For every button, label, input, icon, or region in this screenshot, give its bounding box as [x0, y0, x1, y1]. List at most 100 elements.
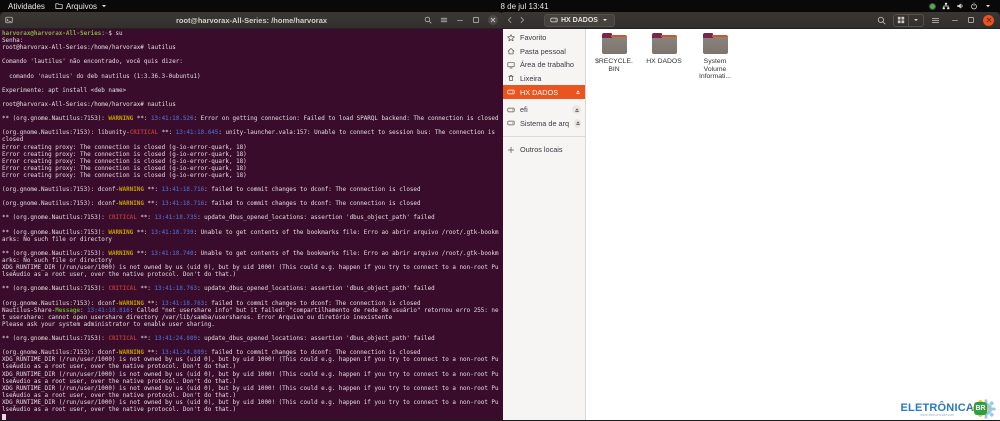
terminal-line: Senha:: [2, 38, 27, 45]
minimize-button[interactable]: [951, 16, 959, 24]
view-options-chevron-icon[interactable]: [909, 16, 923, 24]
eject-button[interactable]: [575, 89, 581, 95]
activities-button[interactable]: Atividades: [8, 2, 45, 11]
terminal-line: comando 'nautilus' do deb nautilus (1:3.…: [2, 73, 201, 80]
eject-button[interactable]: [572, 105, 581, 115]
menu-icon[interactable]: [440, 16, 448, 24]
forward-button[interactable]: [518, 16, 526, 24]
file-label-line: HX DADOS: [646, 58, 682, 65]
terminal-line: XDG_RUNTIME_DIR (/run/user/1000) is not …: [2, 371, 499, 378]
file-label-line: $RECYCLE.: [595, 58, 633, 65]
folder-icon: [702, 33, 728, 54]
eject-button[interactable]: [574, 118, 581, 128]
sidebar-item-label: Lixeira: [520, 73, 542, 83]
search-icon[interactable]: [424, 16, 432, 24]
folder-icon: [651, 33, 677, 54]
terminal-line: ** (org.gnome.Nautilus:7153): WARNING **…: [2, 116, 499, 123]
sidebar-item-label: HX DADOS: [520, 87, 559, 97]
watermark-subtext: www.eletronicabr.com: [920, 412, 955, 417]
sidebar-item-area-de-trabalho[interactable]: Área de trabalho: [500, 58, 585, 72]
terminal-line: harvorax@harvorax-All-Series:~$ su: [2, 31, 123, 37]
path-button[interactable]: HX DADOS: [544, 13, 615, 27]
search-icon[interactable]: [877, 16, 886, 25]
terminal-line: XDG_RUNTIME_DIR (/run/user/1000) is not …: [2, 265, 499, 272]
terminal-output[interactable]: harvorax@harvorax-All-Series:~$ su Senha:…: [0, 29, 503, 420]
terminal-line: root@harvorax-All-Series:/home/harvorax#…: [2, 101, 176, 108]
terminal-line: (org.gnome.Nautilus:7153): libunity-CRIT…: [2, 130, 495, 137]
terminal-line: Error creating proxy: The connection is …: [2, 172, 247, 179]
file-manager-headerbar[interactable]: HX DADOS: [500, 12, 1000, 29]
file-item-system-volume-informati[interactable]: System Volume Informati...: [693, 33, 737, 81]
terminal-line: ** (org.gnome.Nautilus:7153): CRITICAL *…: [2, 215, 435, 222]
drive-icon: [507, 88, 515, 96]
terminal-line: lseAudio as a root user, over the native…: [2, 392, 237, 399]
chevron-down-icon: [100, 2, 108, 10]
sidebar-item-pasta-pessoal[interactable]: Pasta pessoal: [500, 45, 585, 59]
app-indicator-icon[interactable]: [929, 2, 936, 10]
grid-view-icon[interactable]: [894, 16, 908, 24]
plus-icon: [507, 146, 515, 154]
terminal-line: ** (org.gnome.Nautilus:7153): WARNING **…: [2, 250, 499, 257]
view-toggle[interactable]: [893, 13, 924, 27]
terminal-line: XDG_RUNTIME_DIR (/run/user/1000) is not …: [2, 385, 499, 392]
terminal-line: Error creating proxy: The connection is …: [2, 151, 247, 158]
files-app-icon: [55, 2, 63, 10]
app-menu-button[interactable]: Arquivos: [55, 2, 108, 11]
terminal-line: Comando 'lautilus' não encontrado, você …: [2, 59, 183, 66]
chevron-down-icon: [601, 16, 609, 24]
file-item-recycle-bin[interactable]: $RECYCLE. BIN: [592, 33, 636, 73]
watermark-badge-label: BR: [974, 402, 987, 415]
fm-sidebar: Favorito Pasta pessoal Área de trabalho Lix…: [500, 29, 586, 420]
terminal-titlebar[interactable]: root@harvorax-All-Series: /home/harvorax: [0, 12, 503, 29]
menu-icon[interactable]: [931, 16, 940, 25]
terminal-line: Error creating proxy: The connection is …: [2, 165, 247, 172]
file-label-line: BIN: [608, 65, 620, 73]
sidebar-item-label: Outros locais: [520, 145, 563, 155]
terminal-line: Please ask your system administrator to …: [2, 321, 215, 328]
drive-icon: [550, 16, 558, 24]
terminal-line: Error creating proxy: The connection is …: [2, 158, 247, 165]
drive-icon: [507, 106, 515, 114]
sidebar-item-lixeira[interactable]: Lixeira: [500, 72, 585, 86]
fm-files[interactable]: $RECYCLE. BIN HX DADOS System Volume Informat…: [586, 29, 1000, 420]
close-button[interactable]: [488, 15, 498, 25]
clock[interactable]: 8 de jul 13:41: [500, 2, 548, 11]
volume-icon: [956, 2, 964, 10]
terminal-line: arks: No such file or directory: [2, 258, 112, 264]
maximize-button[interactable]: [967, 16, 975, 24]
sidebar-item-favorito[interactable]: Favorito: [500, 31, 585, 45]
terminal-line: [2, 414, 501, 420]
terminal-line: (org.gnome.Nautilus:7153): dconf-WARNING…: [2, 187, 421, 194]
sidebar-item-outros-locais[interactable]: Outros locais: [500, 143, 585, 157]
file-label-line: Volume: [703, 65, 727, 73]
terminal-line: root@harvorax-All-Series:/home/harvorax#…: [2, 45, 176, 52]
terminal-window: root@harvorax-All-Series: /home/harvorax…: [0, 12, 503, 421]
back-button[interactable]: [506, 16, 514, 24]
terminal-line: Experimente: apt install <deb name>: [2, 87, 127, 94]
system-tray[interactable]: [929, 2, 1000, 10]
sidebar-item-hx-dados[interactable]: HX DADOS: [500, 85, 585, 99]
close-button[interactable]: [983, 14, 994, 26]
sidebar-item-label: Área de trabalho: [520, 60, 574, 70]
file-item-hx-dados[interactable]: HX DADOS: [642, 33, 686, 66]
trash-icon: [507, 74, 515, 82]
top-bar: Atividades Arquivos 8 de jul 13:41: [0, 0, 1000, 12]
desktop: Atividades Arquivos 8 de jul 13:41 root@…: [0, 0, 1000, 421]
close-icon: [986, 17, 992, 23]
terminal-line: XDG_RUNTIME_DIR (/run/user/1000) is not …: [2, 399, 499, 406]
file-label-line: Informati...: [698, 73, 732, 80]
terminal-line: lseAudio as a root user, over the native…: [2, 378, 237, 385]
power-icon: [970, 2, 978, 10]
minimize-button[interactable]: [456, 16, 464, 24]
sidebar-item-efi[interactable]: efi: [500, 103, 585, 117]
maximize-button[interactable]: [472, 16, 480, 24]
home-icon: [507, 47, 515, 55]
sidebar-item-sistema-de-arquiv[interactable]: Sistema de arquiv...: [500, 117, 585, 131]
terminal-line: arks: No such file or directory: [2, 236, 112, 243]
